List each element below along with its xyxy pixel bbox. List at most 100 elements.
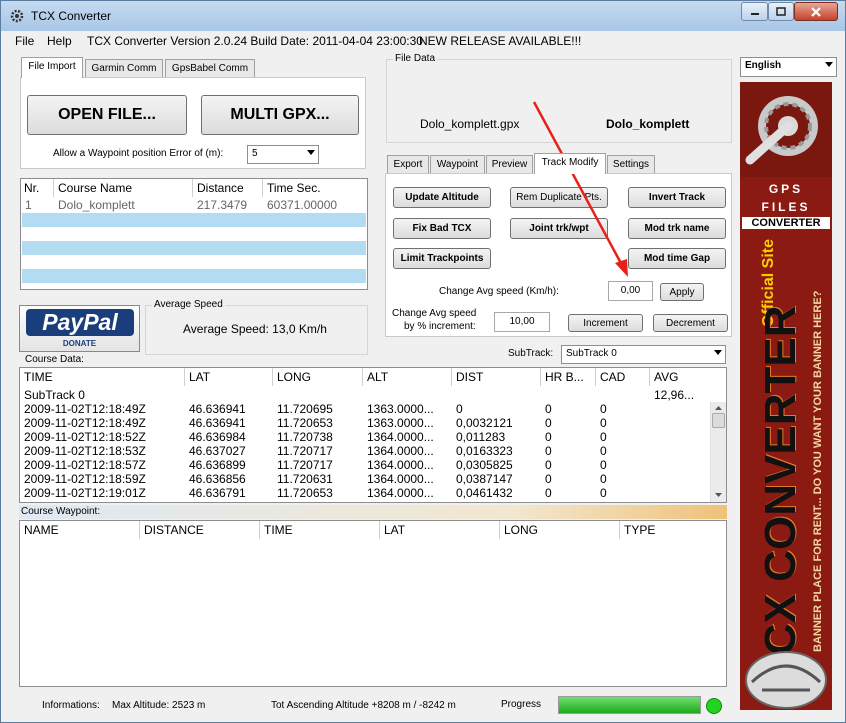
cell-long: 11.720695: [277, 402, 333, 416]
cell-dist: 0,0461432: [456, 486, 513, 500]
table-row[interactable]: 2009-11-02T12:18:49Z 46.636941 11.720653 13…: [20, 416, 708, 430]
cell-dist: 0,0032121: [456, 416, 513, 430]
scroll-up-icon: [715, 406, 722, 410]
table-row[interactable]: 2009-11-02T12:18:49Z 46.636941 11.720695 13…: [20, 402, 708, 416]
tab-garmin-comm[interactable]: Garmin Comm: [85, 59, 163, 78]
menu-file[interactable]: File: [15, 34, 34, 48]
limit-trackpoints-button[interactable]: Limit Trackpoints: [393, 248, 491, 269]
cell-alt: 1364.0000...: [367, 444, 434, 458]
paypal-donate-button[interactable]: PayPal DONATE: [19, 305, 140, 352]
course-data-scrollbar[interactable]: [710, 402, 726, 502]
tab-gpsbabel-comm[interactable]: GpsBabel Comm: [165, 59, 255, 78]
col-lat[interactable]: LAT: [185, 368, 273, 386]
change-pct-input[interactable]: 10,00: [494, 312, 550, 332]
mod-time-gap-button[interactable]: Mod time Gap: [628, 248, 726, 269]
cell-long: 11.720653: [277, 416, 333, 430]
cell-time: 2009-11-02T12:18:57Z: [24, 458, 146, 472]
col-course-name[interactable]: Course Name: [54, 179, 193, 197]
chevron-down-icon: [714, 350, 722, 355]
col-wp-time[interactable]: TIME: [260, 521, 380, 539]
title-bar[interactable]: TCX Converter: [1, 1, 845, 31]
update-altitude-button[interactable]: Update Altitude: [393, 187, 491, 208]
col-distance[interactable]: Distance: [193, 179, 263, 197]
table-row[interactable]: 2009-11-02T12:18:53Z 46.637027 11.720717 13…: [20, 444, 708, 458]
app-window: TCX Converter File Help TCX Converter Ve…: [0, 0, 846, 723]
maximize-icon: [776, 7, 786, 16]
decrement-button[interactable]: Decrement: [653, 314, 728, 332]
table-row[interactable]: 2009-11-02T12:18:52Z 46.636984 11.720738 13…: [20, 430, 708, 444]
ad-banner[interactable]: GPS FILES CONVERTER Official Site TCX CO…: [740, 82, 832, 710]
col-wp-distance[interactable]: DISTANCE: [140, 521, 260, 539]
release-text[interactable]: NEW RELEASE AVAILABLE!!!: [419, 34, 581, 48]
cell-distance: 217.3479: [197, 198, 248, 212]
scroll-thumb[interactable]: [712, 413, 725, 428]
col-time-sec[interactable]: Time Sec.: [263, 179, 363, 197]
course-data-table[interactable]: TIME LAT LONG ALT DIST HR B... CAD AVG S…: [19, 367, 727, 503]
col-alt[interactable]: ALT: [363, 368, 452, 386]
col-hr[interactable]: HR B...: [541, 368, 596, 386]
file-import-panel: OPEN FILE... MULTI GPX... Allow a Waypoi…: [20, 77, 366, 169]
course-list[interactable]: Nr. Course Name Distance Time Sec. 1 Dol…: [20, 178, 368, 290]
course-waypoint-bar: Course Waypoint:: [19, 505, 727, 519]
course-waypoint-title: Course Waypoint:: [21, 506, 101, 517]
table-row[interactable]: 1 Dolo_komplett 217.3479 60371.00000: [21, 198, 367, 213]
col-name[interactable]: NAME: [20, 521, 140, 539]
invert-track-button[interactable]: Invert Track: [628, 187, 726, 208]
col-wp-type[interactable]: TYPE: [620, 521, 726, 539]
col-wp-lat[interactable]: LAT: [380, 521, 500, 539]
col-dist[interactable]: DIST: [452, 368, 541, 386]
language-select[interactable]: English: [740, 57, 837, 77]
annotation-arrow: [532, 101, 628, 277]
cell-alt: 1364.0000...: [367, 430, 434, 444]
course-waypoint-table[interactable]: NAME DISTANCE TIME LAT LONG TYPE: [19, 520, 727, 687]
multi-gpx-button[interactable]: MULTI GPX...: [201, 95, 359, 135]
col-nr[interactable]: Nr.: [21, 179, 54, 197]
col-cad[interactable]: CAD: [596, 368, 650, 386]
scroll-down-icon: [715, 493, 722, 497]
cell-long: 11.720653: [277, 486, 333, 500]
change-pct-label-1: Change Avg speed: [392, 308, 477, 319]
helmet-icon: [745, 651, 827, 709]
row-stripe: [22, 213, 366, 227]
col-long[interactable]: LONG: [273, 368, 363, 386]
table-row[interactable]: 2009-11-02T12:18:57Z 46.636899 11.720717 13…: [20, 458, 708, 472]
tab-export[interactable]: Export: [387, 155, 429, 174]
status-max-altitude: Max Altitude: 2523 m: [112, 700, 206, 711]
fix-bad-tcx-button[interactable]: Fix Bad TCX: [393, 218, 491, 239]
cell-alt: 1363.0000...: [367, 416, 434, 430]
menu-bar: File Help TCX Converter Version 2.0.24 B…: [9, 32, 839, 52]
apply-button[interactable]: Apply: [660, 283, 704, 301]
menu-help[interactable]: Help: [47, 34, 72, 48]
col-avg[interactable]: AVG: [650, 368, 726, 386]
cell-lat: 46.636856: [189, 472, 246, 486]
cell-dist: 0: [456, 402, 463, 416]
minimize-button[interactable]: [741, 2, 768, 21]
cell-dist: 0,011283: [456, 430, 506, 444]
cell-alt: 1364.0000...: [367, 472, 434, 486]
banner-gps: GPS: [768, 182, 804, 196]
table-row[interactable]: 2009-11-02T12:19:01Z 46.636791 11.720653 13…: [20, 486, 708, 500]
increment-button[interactable]: Increment: [568, 314, 643, 332]
cell-hr: 0: [545, 486, 552, 500]
open-file-button[interactable]: OPEN FILE...: [27, 95, 187, 135]
tab-track-modify[interactable]: Track Modify: [534, 153, 606, 174]
subtrack-select[interactable]: SubTrack 0: [561, 345, 726, 364]
cell-alt: 1364.0000...: [367, 486, 434, 500]
col-wp-long[interactable]: LONG: [500, 521, 620, 539]
cell-cad: 0: [600, 402, 607, 416]
cell-cad: 0: [600, 472, 607, 486]
subtrack-group-label: SubTrack 0: [24, 388, 85, 402]
close-button[interactable]: [794, 2, 838, 21]
paypal-logo: PayPal: [26, 309, 134, 336]
cell-long: 11.720631: [277, 472, 333, 486]
waypoint-error-select[interactable]: 5: [247, 145, 319, 164]
tab-waypoint[interactable]: Waypoint: [430, 155, 485, 174]
cell-time: 2009-11-02T12:18:52Z: [24, 430, 146, 444]
table-row[interactable]: 2009-11-02T12:18:59Z 46.636856 11.720631 13…: [20, 472, 708, 486]
average-speed-title: Average Speed: [152, 299, 225, 310]
tab-file-import[interactable]: File Import: [21, 57, 83, 78]
change-pct-label-2: by % increment:: [404, 321, 476, 332]
mod-trk-name-button[interactable]: Mod trk name: [628, 218, 726, 239]
col-time[interactable]: TIME: [20, 368, 185, 386]
maximize-button[interactable]: [768, 2, 794, 21]
